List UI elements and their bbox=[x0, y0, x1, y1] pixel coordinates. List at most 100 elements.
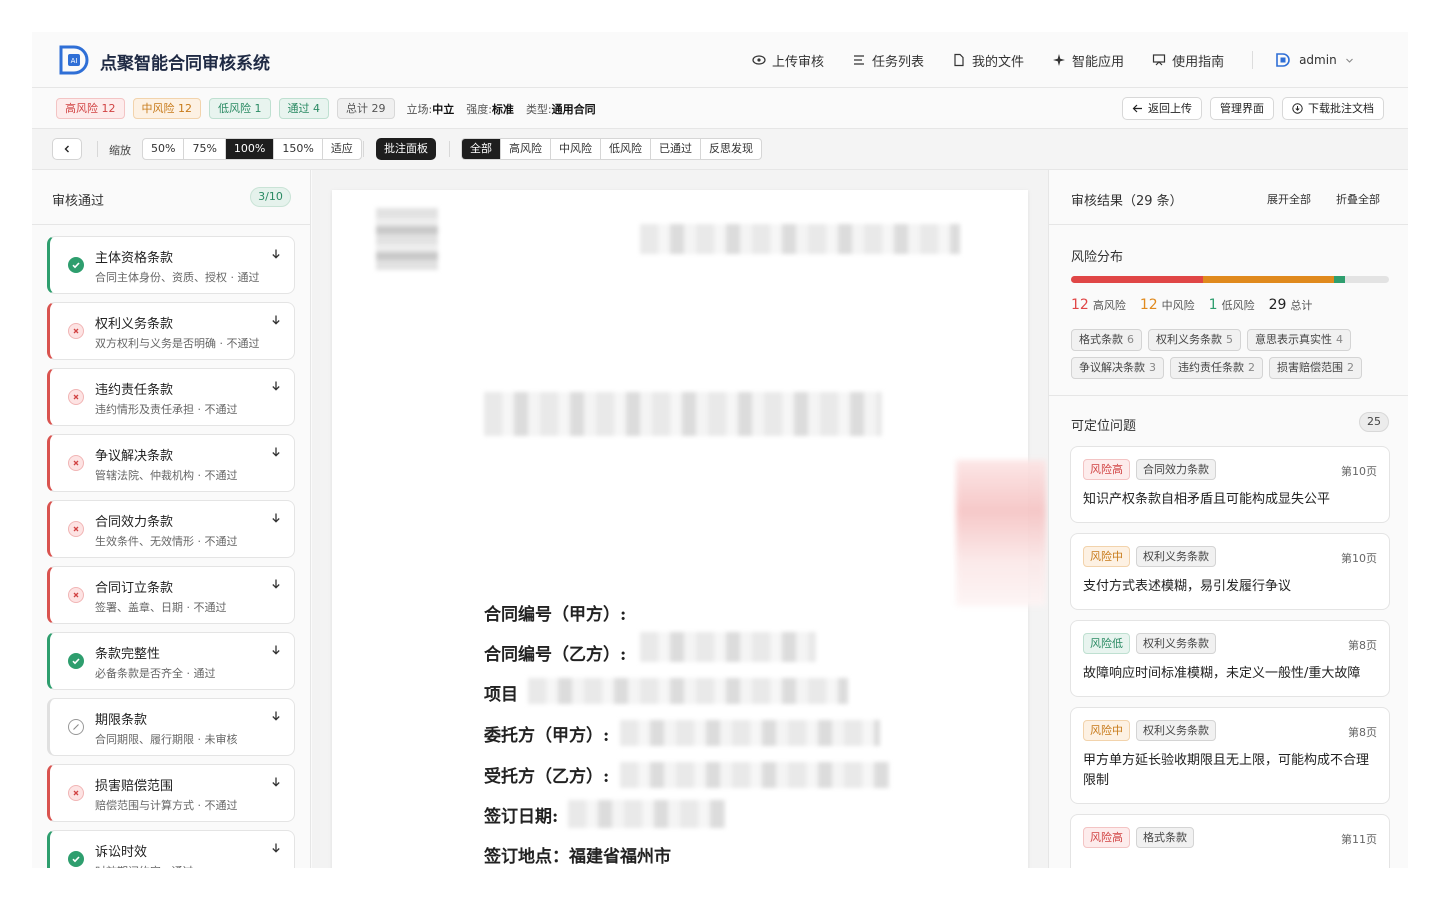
guide-icon bbox=[1152, 54, 1166, 66]
checklist-item[interactable]: 合同订立条款 签署、盖章、日期 · 不通过 bbox=[47, 566, 295, 624]
issue-text: 知识产权条款自相矛盾且可能构成显失公平 bbox=[1083, 492, 1331, 507]
doc-line-contract-no-a: 合同编号（甲方）: bbox=[484, 605, 627, 625]
zoom-150[interactable]: 150% bbox=[274, 139, 323, 159]
issue-page: 第8页 bbox=[1348, 726, 1377, 739]
issue-page: 第10页 bbox=[1341, 552, 1377, 565]
category-chip[interactable]: 格式条款 6 bbox=[1071, 329, 1142, 351]
checklist-item[interactable]: 条款完整性 必备条款是否齐全 · 通过 bbox=[47, 632, 295, 690]
legend-high-label: 高风险 bbox=[1092, 299, 1126, 312]
doc-line-project: 项目 bbox=[484, 685, 518, 705]
arrow-down-icon[interactable] bbox=[270, 512, 282, 524]
issue-text: 故障响应时间标准模糊，未定义一般性/重大故障 bbox=[1083, 666, 1361, 681]
checklist-item-desc: 赔偿范围与计算方式 · 不通过 bbox=[95, 799, 238, 812]
user-name: admin bbox=[1299, 53, 1337, 67]
summary-chips: 高风险 12 中风险 12 低风险 1 通过 4 总计 29 立场:中立 强度:… bbox=[56, 98, 596, 119]
category-name: 格式条款 bbox=[1079, 333, 1123, 346]
filter-reflection[interactable]: 反思发现 bbox=[701, 139, 761, 159]
zoom-75[interactable]: 75% bbox=[184, 139, 226, 159]
back-to-upload-button[interactable]: 返回上传 bbox=[1122, 97, 1202, 120]
arrow-down-icon[interactable] bbox=[270, 380, 282, 392]
nav-smart-apps[interactable]: 智能应用 bbox=[1052, 51, 1124, 70]
checklist-item[interactable]: 诉讼时效时效期间约定 · 通过 bbox=[47, 830, 295, 868]
checklist-item-title: 诉讼时效 bbox=[95, 845, 148, 860]
issue-card[interactable]: 风险中 权利义务条款 第8页 甲方单方延长验收期限且无上限，可能构成不合理限制 bbox=[1070, 707, 1390, 804]
toolbar-divider bbox=[449, 141, 450, 157]
checklist-item[interactable]: 争议解决条款 管辖法院、仲裁机构 · 不通过 bbox=[47, 434, 295, 492]
checklist-item[interactable]: 权利义务条款 双方权利与义务是否明确 · 不通过 bbox=[47, 302, 295, 360]
expand-all-link[interactable]: 展开全部 bbox=[1267, 191, 1311, 207]
cross-icon bbox=[68, 455, 84, 471]
checklist-item[interactable]: 期限条款 合同期限、履行期限 · 未审核 bbox=[47, 698, 295, 756]
nav-task-list[interactable]: 任务列表 bbox=[852, 51, 924, 70]
collapse-left-button[interactable] bbox=[52, 138, 82, 160]
type-label: 类型: bbox=[525, 102, 552, 116]
app-logo-icon: AI bbox=[59, 45, 89, 75]
category-chips: 格式条款 6 权利义务条款 5 意思表示真实性 4 争议解决条款 3 违约责任条款 2 损害赔偿范围… bbox=[1071, 329, 1391, 379]
collapse-all-link[interactable]: 折叠全部 bbox=[1336, 191, 1380, 207]
stance-meta: 立场:中立 bbox=[407, 101, 455, 117]
type-value: 通用合同 bbox=[551, 102, 596, 116]
arrow-down-icon[interactable] bbox=[270, 248, 282, 260]
legend-total-label: 总计 bbox=[1290, 299, 1313, 312]
cross-icon bbox=[68, 389, 84, 405]
issue-tags: 风险高 合同效力条款 bbox=[1083, 459, 1377, 481]
category-chip[interactable]: 损害赔偿范围 2 bbox=[1269, 357, 1362, 379]
category-chip[interactable]: 违约责任条款 2 bbox=[1170, 357, 1263, 379]
nav-my-files[interactable]: 我的文件 bbox=[952, 51, 1024, 70]
arrow-down-icon[interactable] bbox=[270, 644, 282, 656]
arrow-down-icon[interactable] bbox=[270, 710, 282, 722]
issue-card[interactable]: 风险高 合同效力条款 第10页知识产权条款自相矛盾且可能构成显失公平 bbox=[1070, 446, 1390, 523]
arrow-down-icon[interactable] bbox=[270, 776, 282, 788]
filter-high[interactable]: 高风险 bbox=[501, 139, 551, 159]
nav-user-guide[interactable]: 使用指南 bbox=[1152, 51, 1224, 70]
admin-panel-button[interactable]: 管理界面 bbox=[1210, 97, 1274, 120]
legend-low-count: 1 bbox=[1208, 297, 1218, 313]
zoom-100[interactable]: 100% bbox=[225, 139, 275, 159]
category-count: 3 bbox=[1149, 361, 1156, 374]
issue-page: 第10页 bbox=[1341, 465, 1377, 478]
zoom-fit[interactable]: 适应 bbox=[323, 139, 361, 159]
cross-icon bbox=[68, 323, 84, 339]
legend-mid-label: 中风险 bbox=[1161, 299, 1195, 312]
nav-upload-review[interactable]: 上传审核 bbox=[752, 51, 824, 70]
issue-tags: 风险低 权利义务条款 bbox=[1083, 633, 1377, 655]
issue-card[interactable]: 风险高 格式条款 第11页 bbox=[1070, 814, 1390, 868]
legend-mid-count: 12 bbox=[1139, 297, 1158, 313]
zoom-50[interactable]: 50% bbox=[143, 139, 185, 159]
checklist-item[interactable]: 违约责任条款 违约情形及责任承担 · 不通过 bbox=[47, 368, 295, 426]
download-annotated-button[interactable]: 下载批注文档 bbox=[1282, 97, 1384, 120]
nav-label: 我的文件 bbox=[972, 54, 1025, 70]
issue-card[interactable]: 风险低 权利义务条款 第8页 故障响应时间标准模糊，未定义一般性/重大故障 bbox=[1070, 620, 1390, 697]
issue-tags: 风险中 权利义务条款 bbox=[1083, 546, 1377, 568]
arrow-down-icon[interactable] bbox=[270, 842, 282, 854]
category-chip[interactable]: 争议解决条款 3 bbox=[1071, 357, 1164, 379]
checklist-item[interactable]: 合同效力条款 生效条件、无效情形 · 不通过 bbox=[47, 500, 295, 558]
review-checklist-panel: 审核通过 3/10 主体资格条款 合同主体身份、资质、授权 · 通过 权利义务条款双… bbox=[32, 170, 311, 868]
document-logo-blurred bbox=[376, 208, 438, 270]
locatable-issues-title: 可定位问题 bbox=[1071, 419, 1137, 434]
results-title: 审核结果（29 条） bbox=[1071, 194, 1183, 209]
filter-passed[interactable]: 已通过 bbox=[651, 139, 701, 159]
checklist-items: 主体资格条款 合同主体身份、资质、授权 · 通过 权利义务条款 双方权利与义务是否明确… bbox=[47, 236, 295, 868]
category-name: 争议解决条款 bbox=[1079, 361, 1145, 374]
arrow-down-icon[interactable] bbox=[270, 446, 282, 458]
filter-all[interactable]: 全部 bbox=[462, 139, 501, 159]
issue-card[interactable]: 风险中 权利义务条款 第10页 支付方式表述模糊，易引发履行争议 bbox=[1070, 533, 1390, 610]
filter-low[interactable]: 低风险 bbox=[601, 139, 651, 159]
arrow-down-icon[interactable] bbox=[270, 578, 282, 590]
annotation-panel-button[interactable]: 批注面板 bbox=[376, 138, 436, 160]
arrow-left-icon bbox=[1132, 104, 1142, 113]
filter-mid[interactable]: 中风险 bbox=[551, 139, 601, 159]
risk-filter: 全部 高风险 中风险 低风险 已通过 反思发现 bbox=[461, 138, 762, 160]
category-chip[interactable]: 意思表示真实性 4 bbox=[1247, 329, 1351, 351]
checklist-item-title: 条款完整性 bbox=[95, 647, 161, 662]
total-badge: 总计 29 bbox=[337, 98, 395, 119]
cross-icon bbox=[68, 521, 84, 537]
checklist-item[interactable]: 损害赔偿范围 赔偿范围与计算方式 · 不通过 bbox=[47, 764, 295, 822]
category-chip[interactable]: 权利义务条款 5 bbox=[1148, 329, 1241, 351]
checklist-item-title: 合同订立条款 bbox=[95, 581, 174, 596]
panel-divider bbox=[1049, 224, 1408, 225]
arrow-down-icon[interactable] bbox=[270, 314, 282, 326]
user-menu[interactable]: admin bbox=[1275, 52, 1354, 68]
checklist-item[interactable]: 主体资格条款 合同主体身份、资质、授权 · 通过 bbox=[47, 236, 295, 294]
